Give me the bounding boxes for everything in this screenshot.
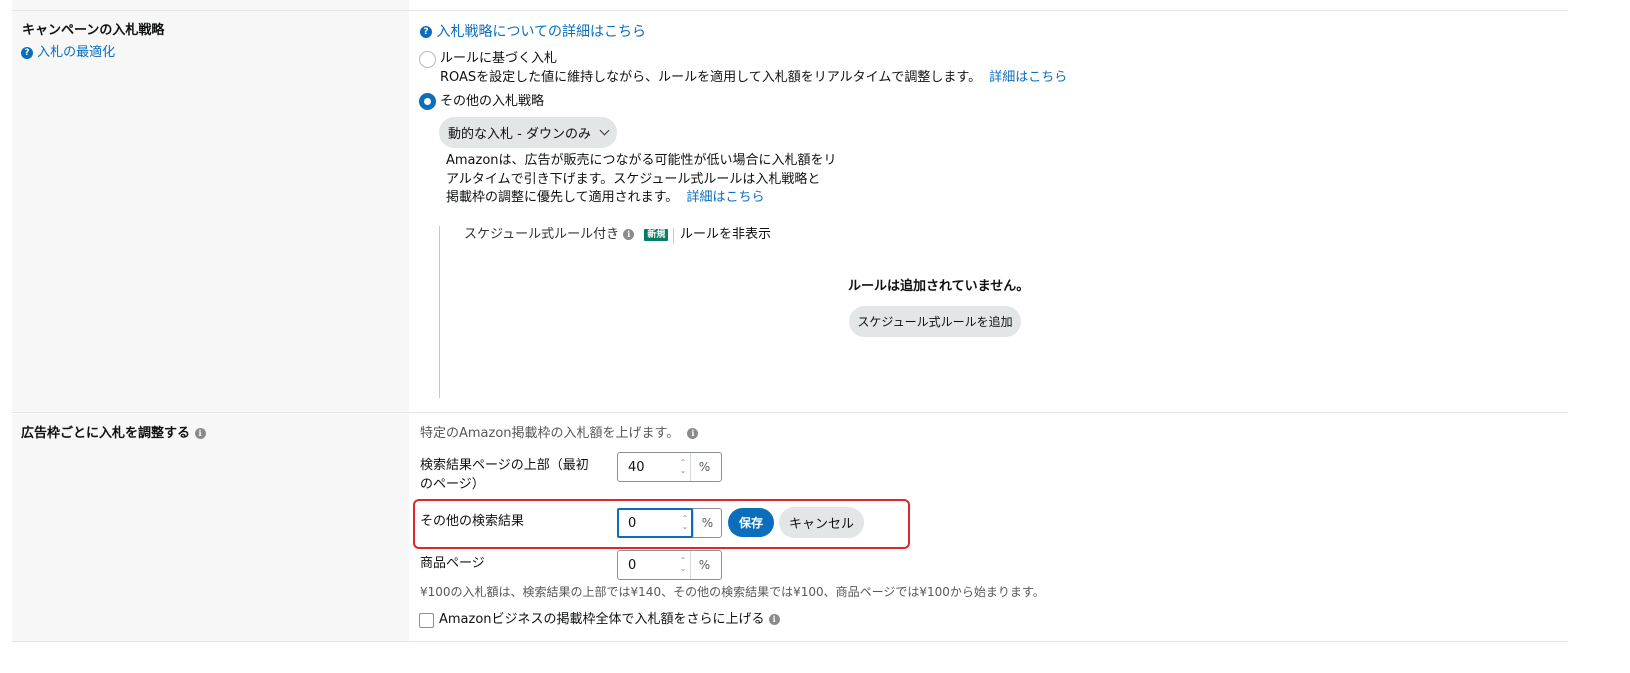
add-schedule-rule-button[interactable]: スケジュール式ルールを追加 [849, 306, 1021, 337]
top-divider [12, 10, 1568, 11]
business-boost-checkbox[interactable] [419, 613, 434, 628]
bid-strategy-dropdown-value: 動的な入札 - ダウンのみ [448, 127, 591, 142]
business-boost-label[interactable]: Amazonビジネスの掲載枠全体で入札額をさらに上げる [439, 612, 765, 627]
bid-example-text: ¥100の入札額は、検索結果の上部では¥140、その他の検索結果では¥100、商… [420, 585, 1045, 599]
schedule-rules-border [439, 226, 440, 398]
rule-based-description: ROASを設定した値に維持しながら、ルールを適用して入札額をリアルタイムで調整し… [440, 69, 1067, 87]
help-icon: ? [21, 46, 33, 59]
chevron-down-icon [599, 125, 610, 136]
bidding-section-title: キャンペーンの入札戦略 [22, 23, 165, 38]
stepper-icon[interactable]: ⌃ ⌄ [676, 459, 690, 475]
bid-optimization-link[interactable]: 入札の最適化 [37, 45, 115, 60]
placement-intro: 特定のAmazon掲載枠の入札額を上げます。 [420, 426, 680, 441]
dynamic-desc-line3: 掲載枠の調整に優先して適用されます。 [446, 190, 679, 205]
dynamic-details-link[interactable]: 詳細はこちら [686, 190, 764, 205]
placement-intro-wrap: 特定のAmazon掲載枠の入札額を上げます。 i [420, 425, 699, 443]
info-icon[interactable]: i [687, 428, 699, 439]
rule-based-description-text: ROASを設定した値に維持しながら、ルールを適用して入札額をリアルタイムで調整し… [440, 70, 982, 85]
other-strategy-radio[interactable] [419, 93, 436, 110]
bid-optimization-help[interactable]: ? 入札の最適化 [21, 44, 115, 62]
top-of-search-label-line2: のページ） [420, 477, 485, 492]
new-badge: 新規 [644, 228, 669, 241]
business-boost-wrap: Amazonビジネスの掲載枠全体で入札額をさらに上げる i [439, 611, 780, 629]
product-pages-label: 商品ページ [420, 556, 485, 571]
header-separator [673, 228, 674, 244]
section-divider [12, 412, 1568, 413]
rule-based-label[interactable]: ルールに基づく入札 [440, 50, 557, 68]
info-icon[interactable]: i [623, 229, 635, 240]
schedule-rules-label: スケジュール式ルール付き [464, 227, 620, 242]
rule-based-details-link[interactable]: 詳細はこちら [989, 70, 1067, 85]
cancel-button[interactable]: キャンセル [779, 507, 864, 538]
no-rules-text: ルールは追加されていません。 [848, 279, 1030, 294]
schedule-rules-header: スケジュール式ルール付き i 新規 [464, 226, 669, 244]
top-of-search-field[interactable]: ⌃⌄ % [617, 452, 722, 482]
strategy-details-help[interactable]: ? 入札戦略についての詳細はこちら [420, 23, 646, 41]
product-pages-field[interactable]: ⌃⌄ % [617, 550, 722, 580]
bottom-divider [12, 641, 1568, 642]
rule-based-radio[interactable] [419, 51, 436, 68]
top-of-search-input-wrap[interactable]: ⌃⌄ [618, 453, 696, 481]
placement-label-panel [12, 414, 409, 641]
stepper-icon[interactable]: ⌃ ⌄ [679, 515, 691, 531]
placement-section-title: 広告枠ごとに入札を調整する [21, 426, 191, 441]
bid-strategy-dropdown[interactable]: 動的な入札 - ダウンのみ [439, 117, 617, 148]
help-icon: ? [420, 26, 432, 38]
info-icon[interactable]: i [194, 428, 206, 439]
percent-unit: % [693, 509, 721, 537]
product-pages-input-wrap[interactable]: ⌃⌄ [618, 551, 696, 579]
dynamic-desc-line1: Amazonは、広告が販売につながる可能性が低い場合に入札額をリ [446, 153, 837, 168]
rest-of-search-label: その他の検索結果 [420, 514, 525, 529]
dynamic-desc-line3-wrap: 掲載枠の調整に優先して適用されます。 詳細はこちら [446, 189, 764, 207]
info-icon[interactable]: i [768, 614, 780, 625]
strategy-details-link[interactable]: 入札戦略についての詳細はこちら [436, 24, 646, 40]
dynamic-desc-line2: アルタイムで引き下げます。スケジュール式ルールは入札戦略と [446, 172, 821, 187]
save-button[interactable]: 保存 [728, 508, 774, 537]
rest-of-search-input[interactable] [619, 509, 679, 537]
other-strategy-label[interactable]: その他の入札戦略 [440, 93, 544, 111]
rest-of-search-field[interactable]: ⌃⌄ % [617, 508, 722, 538]
percent-unit: % [690, 453, 718, 481]
hide-rules-link[interactable]: ルールを非表示 [680, 226, 771, 244]
placement-section-title-wrap: 広告枠ごとに入札を調整する i [21, 425, 206, 443]
percent-unit: % [690, 551, 718, 579]
rest-of-search-input-wrap[interactable]: ⌃⌄ [617, 508, 693, 538]
stepper-icon[interactable]: ⌃ ⌄ [676, 557, 690, 573]
top-of-search-label-line1: 検索結果ページの上部（最初 [420, 458, 589, 473]
